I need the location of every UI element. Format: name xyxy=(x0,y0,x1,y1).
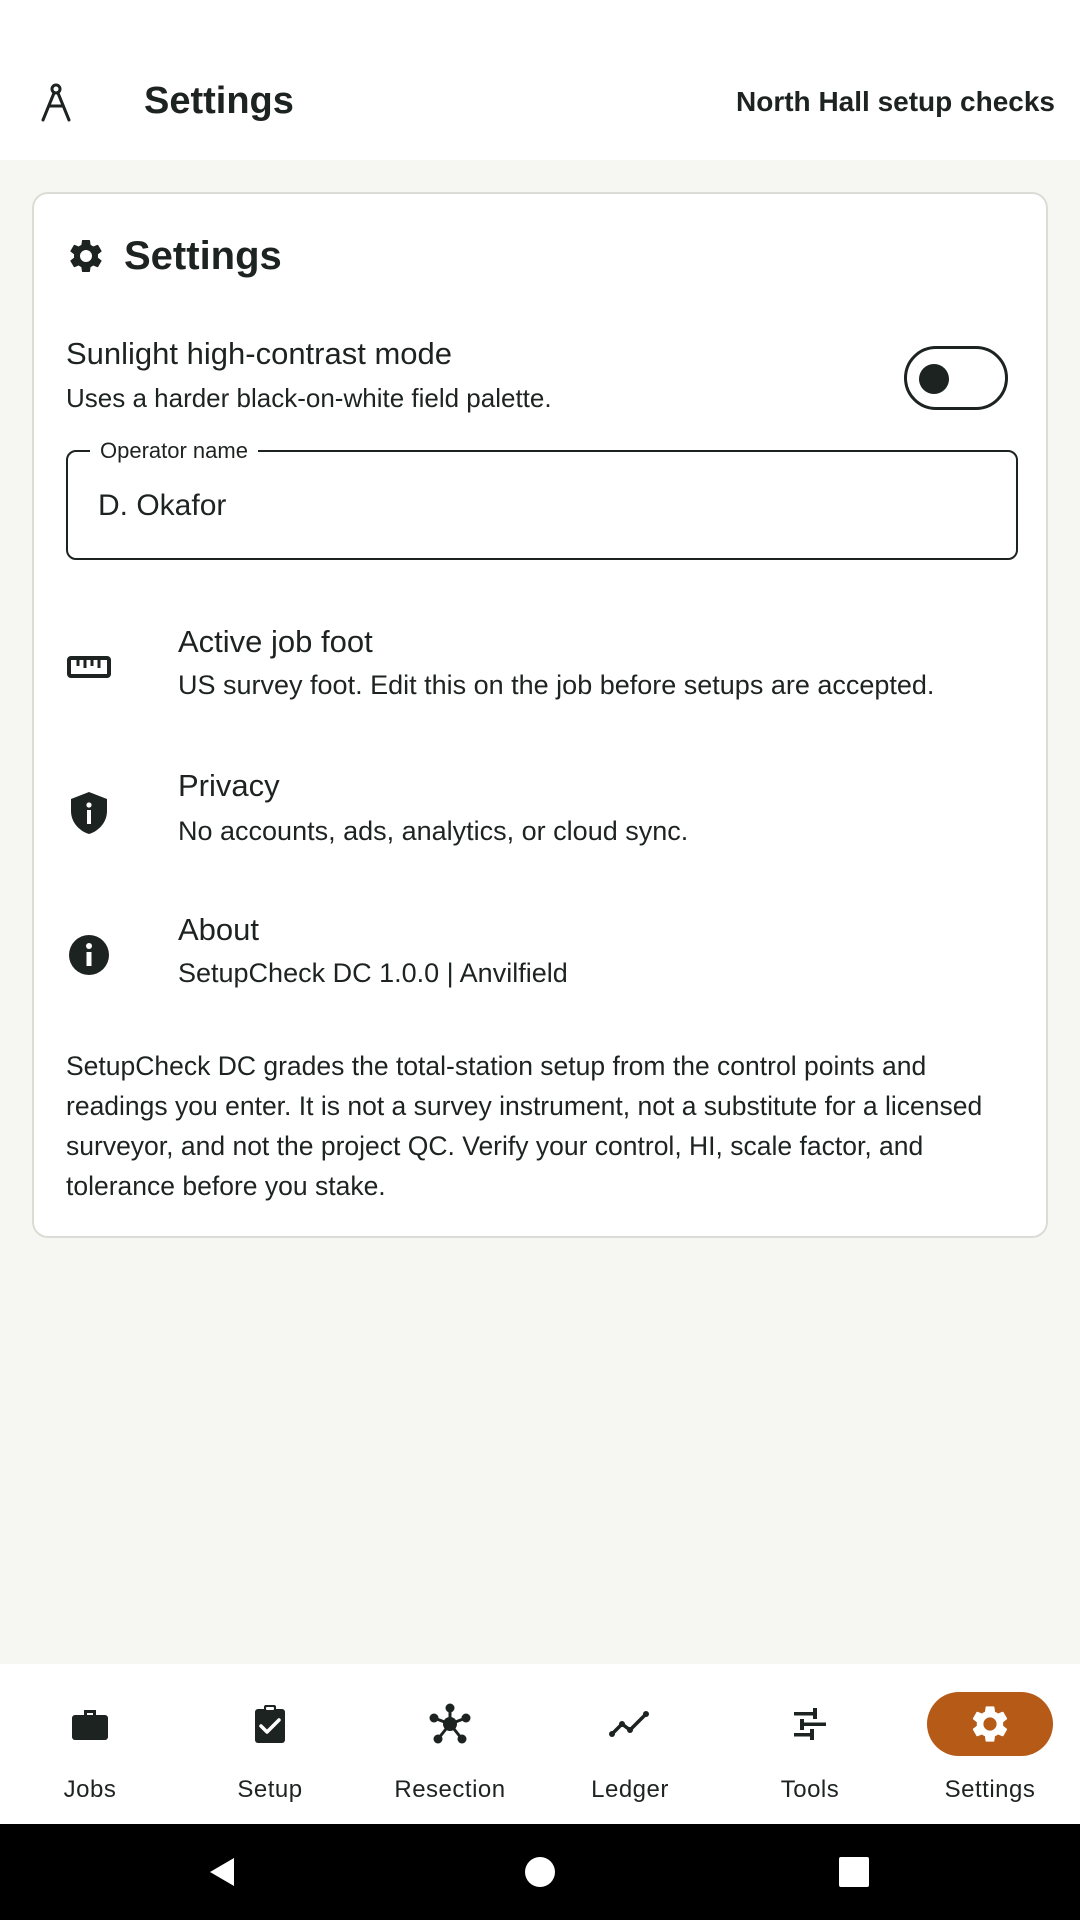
page-title: Settings xyxy=(144,80,294,122)
operator-name-label: Operator name xyxy=(90,438,258,464)
clipboard-check-icon xyxy=(255,1705,285,1743)
sliders-icon xyxy=(793,1708,827,1740)
app-root: Settings North Hall setup checks Setting… xyxy=(0,0,1080,1920)
nav-label-resection: Resection xyxy=(394,1776,506,1803)
nav-pill xyxy=(747,1692,873,1756)
sunlight-mode-row[interactable]: Sunlight high-contrast mode Uses a harde… xyxy=(66,336,1016,416)
about-row[interactable]: About SetupCheck DC 1.0.0 | Anvilfield xyxy=(66,912,1016,1008)
disclaimer-text: SetupCheck DC grades the total-station s… xyxy=(66,1051,983,1201)
nav-label-setup: Setup xyxy=(237,1776,303,1803)
active-job-foot-row: Active job foot US survey foot. Edit thi… xyxy=(66,624,1016,720)
ruler-icon xyxy=(67,656,111,678)
card-header: Settings xyxy=(66,230,282,282)
active-job-name[interactable]: North Hall setup checks xyxy=(736,86,1055,118)
sunlight-mode-label: Sunlight high-contrast mode xyxy=(66,336,453,371)
sunlight-mode-description: Uses a harder black-on-white field palet… xyxy=(66,383,552,413)
nav-pill xyxy=(207,1692,333,1756)
info-icon xyxy=(69,935,109,975)
nav-pill xyxy=(27,1692,153,1756)
shield-info-icon xyxy=(71,792,107,834)
gear-icon xyxy=(70,239,102,272)
recents-icon[interactable] xyxy=(830,1848,878,1896)
sunlight-mode-switch[interactable] xyxy=(904,346,1008,410)
operator-name-input[interactable] xyxy=(98,480,978,532)
settings-card: Settings Sunlight high-contrast mode Use… xyxy=(32,192,1048,1238)
nav-item-settings[interactable]: Settings xyxy=(900,1664,1080,1824)
nav-label-ledger: Ledger xyxy=(591,1776,669,1803)
nav-pill xyxy=(387,1692,513,1756)
nav-item-tools[interactable]: Tools xyxy=(720,1664,900,1824)
gear-icon xyxy=(972,1706,1008,1742)
active-job-foot-subtitle: US survey foot. Edit this on the job bef… xyxy=(178,670,935,700)
nav-label-jobs: Jobs xyxy=(63,1776,117,1803)
operator-name-field[interactable]: Operator name xyxy=(66,438,1018,560)
hub-icon xyxy=(429,1703,471,1744)
nav-item-ledger[interactable]: Ledger xyxy=(540,1664,720,1824)
active-job-foot-title: Active job foot xyxy=(178,624,373,659)
line-chart-icon xyxy=(609,1711,649,1737)
nav-item-resection[interactable]: Resection xyxy=(360,1664,540,1824)
card-title: Settings xyxy=(124,233,282,278)
home-icon[interactable] xyxy=(516,1848,564,1896)
compass-divider-icon[interactable] xyxy=(38,82,74,122)
back-icon[interactable] xyxy=(198,1848,246,1896)
nav-pill xyxy=(567,1692,693,1756)
about-title: About xyxy=(178,912,260,947)
nav-item-jobs[interactable]: Jobs xyxy=(0,1664,180,1824)
privacy-row: Privacy No accounts, ads, analytics, or … xyxy=(66,768,1016,864)
briefcase-icon xyxy=(72,1710,108,1740)
nav-label-tools: Tools xyxy=(780,1776,840,1803)
switch-knob xyxy=(919,364,949,394)
bottom-navigation: Jobs Setup Resection Ledger Tools Settin… xyxy=(0,1664,1080,1824)
top-app-bar: Settings North Hall setup checks xyxy=(0,0,1080,160)
privacy-title: Privacy xyxy=(178,768,280,803)
nav-item-setup[interactable]: Setup xyxy=(180,1664,360,1824)
nav-label-settings: Settings xyxy=(944,1776,1036,1803)
system-navigation-bar xyxy=(0,1824,1080,1920)
nav-pill-active xyxy=(927,1692,1053,1756)
about-subtitle: SetupCheck DC 1.0.0 | Anvilfield xyxy=(178,958,568,988)
privacy-subtitle: No accounts, ads, analytics, or cloud sy… xyxy=(178,816,689,846)
